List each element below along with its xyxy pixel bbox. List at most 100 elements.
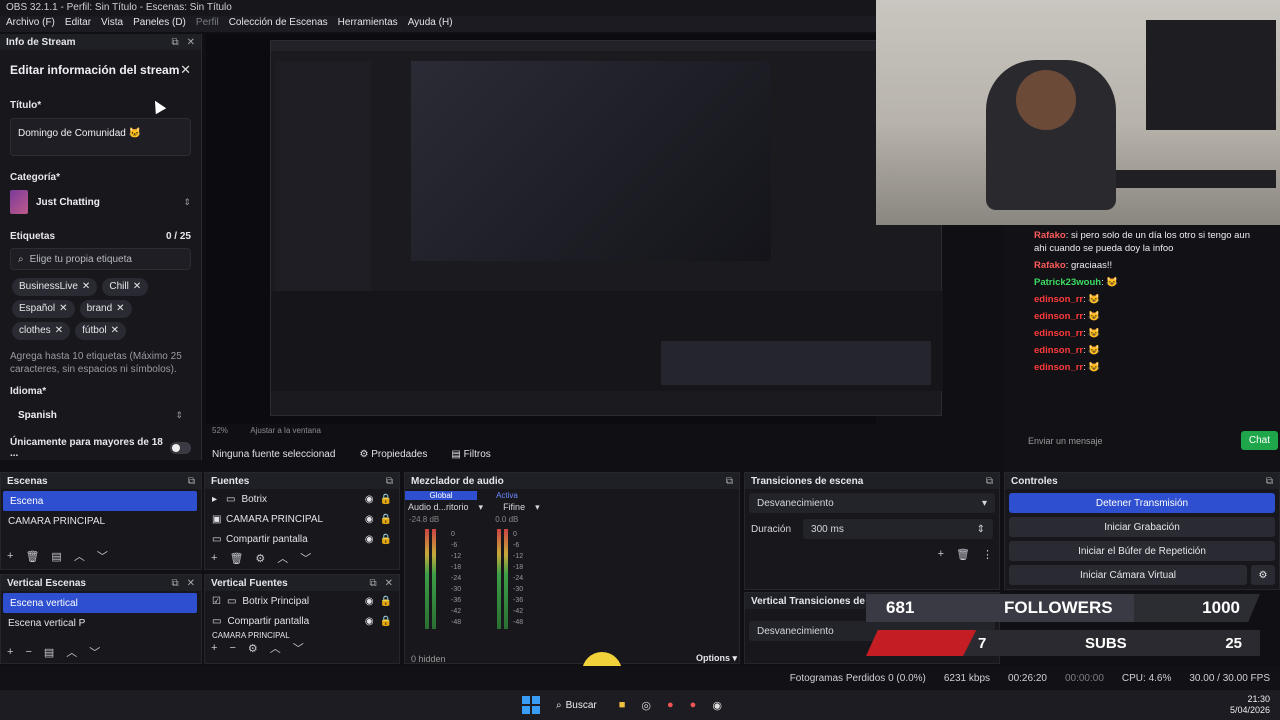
source-item[interactable]: ▭ Compartir pantalla ◉ 🔒	[205, 529, 399, 549]
remove-tag-icon[interactable]: ✕	[59, 302, 67, 316]
scene-item[interactable]: Escena	[3, 491, 197, 511]
tags-input[interactable]: ⌕ Elige tu propia etiqueta	[10, 248, 191, 270]
minus-icon[interactable]: −	[229, 642, 235, 654]
menu-editar[interactable]: Editar	[65, 17, 91, 31]
minus-icon[interactable]: −	[25, 646, 31, 658]
gear-icon[interactable]: ⚙	[255, 552, 265, 565]
zoom-level[interactable]: 52%	[212, 426, 228, 435]
vertical-source-item[interactable]: CAMARA PRINCIPAL	[205, 631, 399, 639]
undock-icon[interactable]: ⧉	[986, 476, 993, 487]
mature-toggle[interactable]	[169, 442, 191, 454]
hidden-count[interactable]: 0 hidden	[411, 654, 446, 664]
channel-mic-name[interactable]: Fifine	[503, 502, 525, 513]
windows-start-icon[interactable]	[522, 696, 540, 714]
arrow-up-icon[interactable]: ︿	[270, 640, 281, 656]
virtual-camera-button[interactable]: Iniciar Cámara Virtual	[1009, 565, 1247, 585]
undock-icon[interactable]: ⧉	[188, 476, 195, 487]
menu-archivo[interactable]: Archivo (F)	[6, 17, 55, 31]
arrow-down-icon[interactable]: ﹀	[293, 640, 304, 656]
arrow-up-icon[interactable]: ︿	[74, 548, 85, 564]
trash-icon[interactable]: 🗑	[25, 550, 39, 563]
lock-icon[interactable]: 🔒	[380, 494, 392, 505]
close-icon[interactable]: ✕	[187, 578, 195, 589]
chrome-icon[interactable]: ●	[667, 699, 674, 711]
arrow-up-icon[interactable]: ︿	[277, 550, 288, 566]
category-select[interactable]: Just Chatting ⇕	[10, 189, 191, 215]
chevron-down-icon[interactable]: ▾	[479, 502, 484, 513]
chat-send-placeholder[interactable]: Enviar un mensaje	[1028, 436, 1103, 446]
eye-icon[interactable]: ◉	[365, 534, 374, 545]
menu-coleccion[interactable]: Colección de Escenas	[229, 17, 328, 31]
filter-icon[interactable]: ▤	[44, 646, 54, 659]
add-icon[interactable]: +	[938, 548, 944, 560]
lock-icon[interactable]: 🔒	[380, 534, 392, 545]
vertical-scene-item[interactable]: Escena vertical P	[1, 613, 201, 633]
mixer-tab-global[interactable]: Global	[405, 491, 477, 500]
fit-window-label[interactable]: Ajustar a la ventana	[250, 426, 321, 435]
title-input[interactable]: Domingo de Comunidad 🐱	[10, 118, 191, 156]
properties-button[interactable]: ⚙ Propiedades	[359, 449, 427, 460]
tag-chip[interactable]: fútbol ✕	[75, 322, 126, 340]
taskbar-clock[interactable]: 21:30 5/04/2026	[1230, 694, 1270, 716]
start-recording-button[interactable]: Iniciar Grabación	[1009, 517, 1275, 537]
menu-ayuda[interactable]: Ayuda (H)	[408, 17, 453, 31]
menu-vista[interactable]: Vista	[101, 17, 123, 31]
mixer-tab-active[interactable]: Activa	[477, 491, 537, 500]
lock-icon[interactable]: 🔒	[380, 616, 392, 627]
undock-icon[interactable]: ⧉	[386, 476, 393, 487]
chrome-icon[interactable]: ●	[690, 699, 697, 711]
tag-chip[interactable]: clothes ✕	[12, 322, 71, 340]
language-select[interactable]: Spanish ⇕	[10, 403, 191, 427]
lock-icon[interactable]: 🔒	[380, 596, 392, 607]
arrow-up-icon[interactable]: ︿	[66, 644, 77, 660]
add-icon[interactable]: +	[211, 552, 217, 564]
trash-icon[interactable]: 🗑	[956, 548, 970, 561]
remove-tag-icon[interactable]: ✕	[55, 324, 63, 338]
undock-icon[interactable]: ⧉	[171, 37, 178, 48]
stop-stream-button[interactable]: Detener Transmisión	[1009, 493, 1275, 513]
transition-select[interactable]: Desvanecimiento ▾	[749, 493, 995, 513]
filter-icon[interactable]: ▤	[51, 550, 61, 563]
remove-tag-icon[interactable]: ✕	[111, 324, 119, 338]
replay-buffer-button[interactable]: Iniciar el Búfer de Repetición	[1009, 541, 1275, 561]
source-item[interactable]: ▸ ▭ Botrix ◉ 🔒	[205, 489, 399, 509]
undock-icon[interactable]: ⧉	[369, 578, 376, 589]
duration-input[interactable]: 300 ms ⇕	[803, 519, 993, 539]
trash-icon[interactable]: 🗑	[229, 552, 243, 565]
spin-icon[interactable]: ⇕	[977, 524, 985, 535]
undock-icon[interactable]: ⧉	[726, 476, 733, 487]
close-edit-icon[interactable]: ✕	[180, 62, 191, 78]
gear-icon[interactable]: ⚙	[248, 642, 258, 655]
vertical-source-item[interactable]: ☑ ▭ Botrix Principal ◉ 🔒	[205, 591, 399, 611]
more-icon[interactable]: ⋮	[982, 548, 993, 561]
arrow-down-icon[interactable]: ﹀	[89, 644, 100, 660]
chat-button[interactable]: Chat	[1240, 431, 1278, 450]
obs-icon[interactable]: ◉	[712, 699, 722, 712]
lock-icon[interactable]: 🔒	[380, 514, 392, 525]
tag-chip[interactable]: Español ✕	[12, 300, 75, 318]
channel-desktop-name[interactable]: Audio d...ritorio	[408, 502, 469, 513]
arrow-down-icon[interactable]: ﹀	[300, 550, 311, 566]
tag-chip[interactable]: Chill ✕	[102, 278, 149, 296]
undock-icon[interactable]: ⧉	[1266, 476, 1273, 487]
chevron-down-icon[interactable]: ▾	[535, 502, 540, 513]
close-icon[interactable]: ✕	[385, 578, 393, 589]
taskbar-search[interactable]: ⌕ Buscar	[556, 700, 597, 711]
tag-chip[interactable]: brand ✕	[79, 300, 132, 318]
eye-icon[interactable]: ◉	[365, 596, 374, 607]
arrow-down-icon[interactable]: ﹀	[97, 548, 108, 564]
filters-button[interactable]: ▤ Filtros	[451, 449, 490, 460]
eye-icon[interactable]: ◉	[365, 494, 374, 505]
add-icon[interactable]: +	[7, 550, 13, 562]
chevron-right-icon[interactable]: ▸	[212, 494, 226, 505]
vertical-scene-item[interactable]: Escena vertical	[3, 593, 197, 613]
folder-icon[interactable]: ■	[619, 699, 626, 711]
source-item[interactable]: ▣ CAMARA PRINCIPAL ◉ 🔒	[205, 509, 399, 529]
eye-icon[interactable]: ◉	[365, 514, 374, 525]
vertical-source-item[interactable]: ▭ Compartir pantalla ◉ 🔒	[205, 611, 399, 631]
remove-tag-icon[interactable]: ✕	[133, 280, 141, 294]
undock-icon[interactable]: ⧉	[171, 578, 178, 589]
tag-chip[interactable]: BusinessLive ✕	[12, 278, 98, 296]
add-icon[interactable]: +	[7, 646, 13, 658]
eye-icon[interactable]: ◉	[365, 616, 374, 627]
